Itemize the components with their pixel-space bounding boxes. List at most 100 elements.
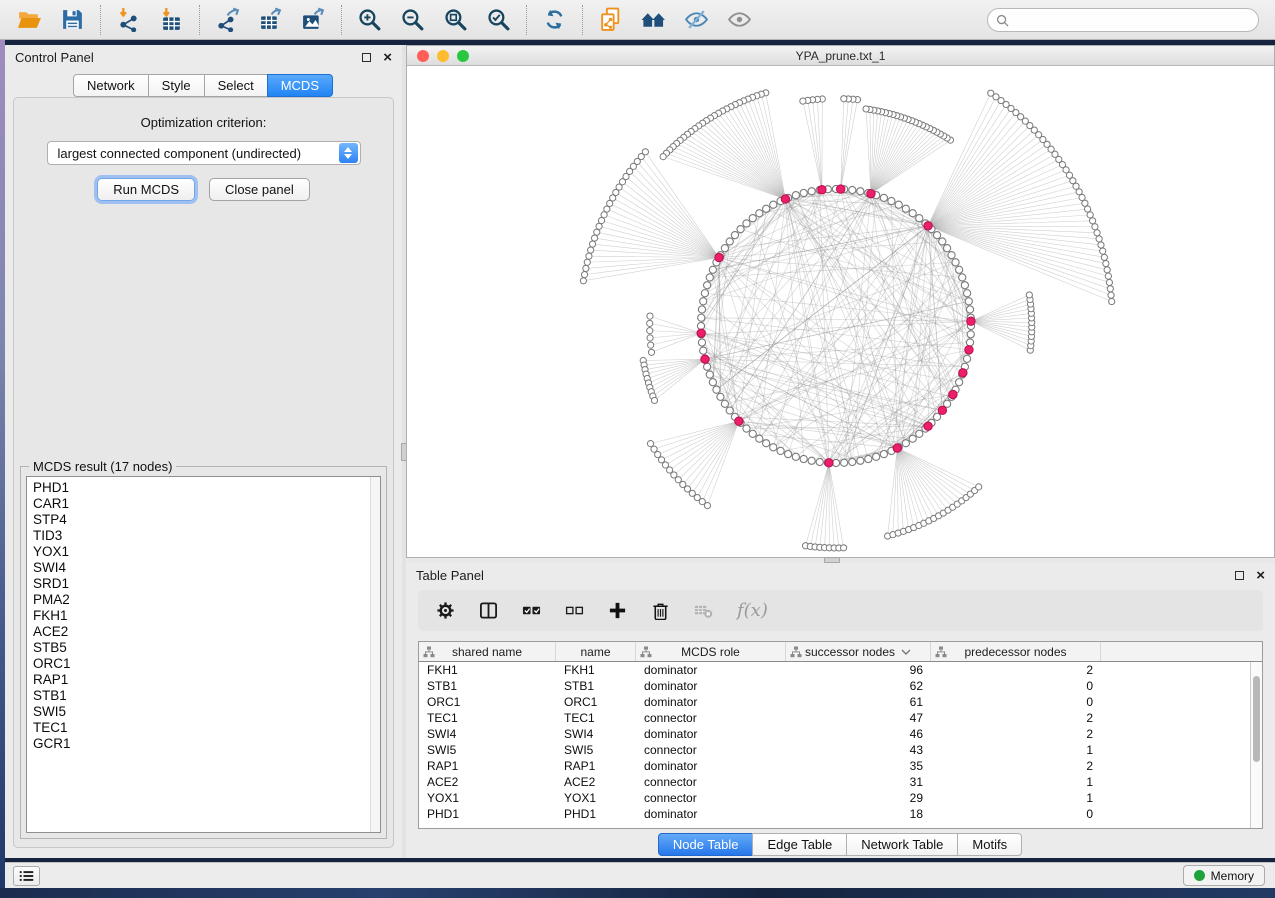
save-session-button[interactable] — [55, 4, 89, 36]
mcds-result-item[interactable]: FKH1 — [33, 608, 380, 624]
mcds-result-item[interactable]: SWI5 — [33, 704, 380, 720]
close-panel-button[interactable]: Close panel — [209, 178, 310, 201]
cell-successor-nodes[interactable]: 31 — [786, 774, 931, 790]
cell-name[interactable]: ORC1 — [556, 694, 636, 710]
cell-predecessor-nodes[interactable]: 1 — [931, 774, 1101, 790]
column-header-name[interactable]: name — [556, 642, 636, 661]
refresh-button[interactable] — [537, 4, 571, 36]
cell-predecessor-nodes[interactable]: 2 — [931, 726, 1101, 742]
mcds-result-item[interactable]: STB1 — [33, 688, 380, 704]
cell-shared-name[interactable]: STB1 — [419, 678, 556, 694]
delete-column-icon[interactable] — [651, 601, 670, 620]
tab-edge-table[interactable]: Edge Table — [752, 833, 847, 856]
zoom-selected-button[interactable] — [481, 4, 515, 36]
cell-mcds-role[interactable]: connector — [636, 774, 786, 790]
cell-shared-name[interactable]: TEC1 — [419, 710, 556, 726]
run-mcds-button[interactable]: Run MCDS — [97, 178, 195, 201]
cell-shared-name[interactable]: SWI4 — [419, 726, 556, 742]
cell-successor-nodes[interactable]: 46 — [786, 726, 931, 742]
duplicate-network-button[interactable] — [593, 4, 627, 36]
mcds-result-item[interactable]: SWI4 — [33, 560, 380, 576]
cell-predecessor-nodes[interactable]: 0 — [931, 694, 1101, 710]
cell-name[interactable]: ACE2 — [556, 774, 636, 790]
mcds-result-item[interactable]: ACE2 — [33, 624, 380, 640]
table-row[interactable]: FKH1FKH1dominator962 — [419, 662, 1250, 678]
cell-successor-nodes[interactable]: 29 — [786, 790, 931, 806]
import-table-button[interactable] — [154, 4, 188, 36]
mcds-result-item[interactable]: TEC1 — [33, 720, 380, 736]
table-row[interactable]: STB1STB1dominator620 — [419, 678, 1250, 694]
tab-network-table[interactable]: Network Table — [846, 833, 958, 856]
cell-name[interactable]: PHD1 — [556, 806, 636, 822]
show-all-button[interactable] — [722, 4, 756, 36]
optimization-criterion-select[interactable]: largest connected component (undirected) — [47, 141, 361, 165]
export-table-button[interactable] — [253, 4, 287, 36]
cell-predecessor-nodes[interactable]: 1 — [931, 790, 1101, 806]
column-visibility-icon[interactable] — [479, 601, 498, 620]
select-all-icon[interactable] — [522, 601, 541, 620]
float-table-panel-icon[interactable] — [1235, 571, 1244, 580]
task-history-button[interactable] — [13, 866, 40, 886]
cell-successor-nodes[interactable]: 35 — [786, 758, 931, 774]
cell-mcds-role[interactable]: dominator — [636, 726, 786, 742]
cell-mcds-role[interactable]: connector — [636, 710, 786, 726]
cell-mcds-role[interactable]: dominator — [636, 678, 786, 694]
network-canvas[interactable] — [407, 67, 1274, 557]
open-file-button[interactable] — [12, 4, 46, 36]
export-network-button[interactable] — [210, 4, 244, 36]
cell-predecessor-nodes[interactable]: 2 — [931, 662, 1101, 678]
cell-name[interactable]: SWI5 — [556, 742, 636, 758]
cell-predecessor-nodes[interactable]: 2 — [931, 758, 1101, 774]
cell-mcds-role[interactable]: connector — [636, 790, 786, 806]
cell-shared-name[interactable]: ORC1 — [419, 694, 556, 710]
cell-shared-name[interactable]: ACE2 — [419, 774, 556, 790]
close-panel-icon[interactable]: × — [383, 50, 392, 65]
zoom-in-button[interactable] — [352, 4, 386, 36]
tab-node-table[interactable]: Node Table — [658, 833, 754, 856]
float-panel-icon[interactable] — [362, 53, 371, 62]
mcds-result-item[interactable]: STP4 — [33, 512, 380, 528]
cell-successor-nodes[interactable]: 43 — [786, 742, 931, 758]
add-column-icon[interactable] — [608, 601, 627, 620]
export-image-button[interactable] — [296, 4, 330, 36]
mcds-result-item[interactable]: RAP1 — [33, 672, 380, 688]
tab-select[interactable]: Select — [204, 74, 268, 97]
tab-network[interactable]: Network — [73, 74, 149, 97]
mcds-result-item[interactable]: ORC1 — [33, 656, 380, 672]
import-network-button[interactable] — [111, 4, 145, 36]
cell-name[interactable]: STB1 — [556, 678, 636, 694]
cell-name[interactable]: SWI4 — [556, 726, 636, 742]
table-row[interactable]: TEC1TEC1connector472 — [419, 710, 1250, 726]
zoom-out-button[interactable] — [395, 4, 429, 36]
search-box[interactable] — [987, 8, 1259, 32]
cell-mcds-role[interactable]: dominator — [636, 758, 786, 774]
zoom-fit-button[interactable] — [438, 4, 472, 36]
cell-successor-nodes[interactable]: 62 — [786, 678, 931, 694]
cell-name[interactable]: TEC1 — [556, 710, 636, 726]
cell-name[interactable]: YOX1 — [556, 790, 636, 806]
network-titlebar[interactable]: YPA_prune.txt_1 — [407, 46, 1274, 66]
table-row[interactable]: YOX1YOX1connector291 — [419, 790, 1250, 806]
tab-style[interactable]: Style — [148, 74, 205, 97]
close-table-panel-icon[interactable]: × — [1256, 568, 1265, 583]
deselect-all-icon[interactable] — [565, 601, 584, 620]
table-row[interactable]: SWI4SWI4dominator462 — [419, 726, 1250, 742]
first-neighbors-button[interactable] — [636, 4, 670, 36]
settings-gear-icon[interactable] — [436, 601, 455, 620]
mcds-result-item[interactable]: GCR1 — [33, 736, 380, 752]
mcds-result-item[interactable]: PHD1 — [33, 480, 380, 496]
cell-predecessor-nodes[interactable]: 2 — [931, 710, 1101, 726]
cell-successor-nodes[interactable]: 61 — [786, 694, 931, 710]
mcds-result-item[interactable]: PMA2 — [33, 592, 380, 608]
mcds-result-item[interactable]: YOX1 — [33, 544, 380, 560]
table-row[interactable]: RAP1RAP1dominator352 — [419, 758, 1250, 774]
window-close-traffic-light[interactable] — [417, 50, 429, 62]
cell-shared-name[interactable]: PHD1 — [419, 806, 556, 822]
mcds-result-scrollbar[interactable] — [370, 477, 380, 832]
mcds-result-item[interactable]: SRD1 — [33, 576, 380, 592]
mcds-result-item[interactable]: CAR1 — [33, 496, 380, 512]
window-maximize-traffic-light[interactable] — [457, 50, 469, 62]
column-header-predecessor-nodes[interactable]: predecessor nodes — [931, 642, 1101, 661]
cell-shared-name[interactable]: FKH1 — [419, 662, 556, 678]
cell-predecessor-nodes[interactable]: 1 — [931, 742, 1101, 758]
